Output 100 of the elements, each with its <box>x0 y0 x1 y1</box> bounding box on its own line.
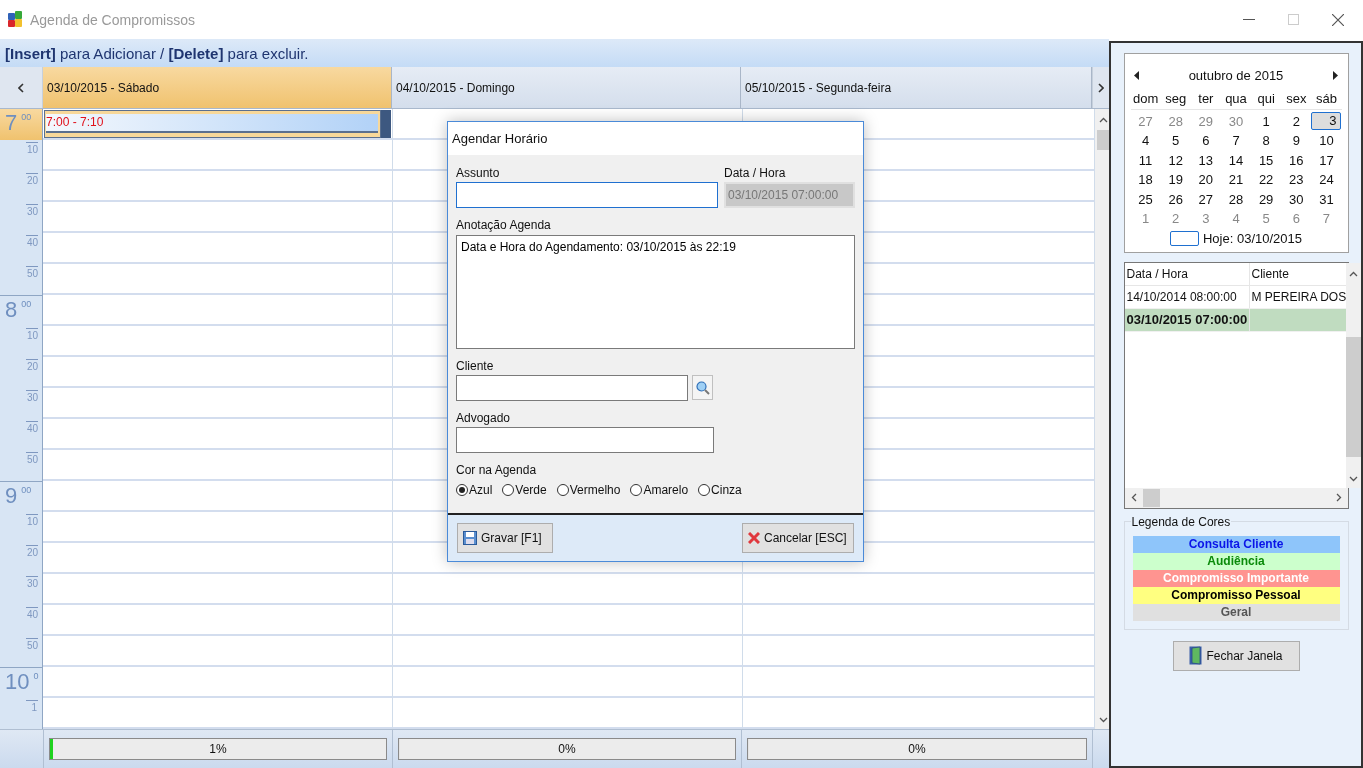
day-header[interactable]: 03/10/2015 - Sábado <box>43 67 392 108</box>
day-header[interactable]: 04/10/2015 - Domingo <box>392 67 741 108</box>
color-radio[interactable]: Vermelho <box>556 483 621 497</box>
calendar-day[interactable]: 25 <box>1130 189 1161 209</box>
close-window-button[interactable]: Fechar Janela <box>1172 640 1300 671</box>
color-radio[interactable]: Cinza <box>698 483 742 497</box>
list-vertical-scrollbar[interactable] <box>1346 262 1362 488</box>
calendar-day[interactable]: 7 <box>1220 131 1252 151</box>
column-header[interactable]: Cliente <box>1249 262 1347 285</box>
calendar-day[interactable]: 13 <box>1190 150 1221 170</box>
color-radio[interactable]: Verde <box>502 483 547 497</box>
calendar-day[interactable]: 5 <box>1160 131 1191 151</box>
calendar-day[interactable]: 29 <box>1251 189 1282 209</box>
scroll-thumb[interactable] <box>1096 130 1109 150</box>
hour-label: 8 <box>5 296 18 324</box>
weekday-label: dom <box>1131 90 1160 108</box>
calendar-day[interactable]: 9 <box>1281 131 1312 151</box>
calendar-day[interactable]: 23 <box>1281 170 1312 190</box>
minute-label: 50 <box>26 638 38 651</box>
calendar-day[interactable]: 14 <box>1220 150 1252 170</box>
scroll-thumb[interactable] <box>1142 488 1160 507</box>
calendar-day[interactable]: 16 <box>1281 150 1312 170</box>
calendar-day[interactable]: 19 <box>1160 170 1191 190</box>
calendar-day[interactable]: 27 <box>1190 189 1221 209</box>
scroll-thumb[interactable] <box>1346 336 1362 457</box>
scroll-up-icon[interactable] <box>1349 270 1359 277</box>
cancel-button[interactable]: Cancelar [ESC] <box>742 523 854 553</box>
weekday-label: sex <box>1285 90 1308 108</box>
weekday-label: seg <box>1164 90 1188 108</box>
calendar-day[interactable]: 26 <box>1160 189 1191 209</box>
minute-label: 40 <box>26 607 38 620</box>
search-icon <box>695 380 710 395</box>
appointment-row[interactable]: 14/10/2014 08:00:00 M PEREIRA DOS <box>1124 285 1347 309</box>
client-input[interactable] <box>456 375 688 401</box>
calendar-day[interactable]: 12 <box>1160 150 1191 170</box>
appointment-row[interactable]: 03/10/2015 07:00:00 <box>1124 308 1347 332</box>
hour-label: 10 <box>5 668 30 696</box>
calendar-day[interactable]: 10 <box>1311 131 1342 151</box>
calendar-day[interactable]: 3 <box>1311 111 1342 130</box>
today-link[interactable]: Hoje: 03/10/2015 <box>1203 230 1302 246</box>
today-marker <box>1170 230 1199 246</box>
calendar-day[interactable]: 4 <box>1220 209 1252 229</box>
calendar-day[interactable]: 1 <box>1251 111 1282 131</box>
subject-input[interactable] <box>456 182 718 208</box>
color-radio[interactable]: Azul <box>456 483 493 497</box>
close-icon[interactable] <box>1332 13 1344 26</box>
dialog-title: Agendar Horário <box>452 131 548 146</box>
calendar-day[interactable]: 1 <box>1130 209 1161 229</box>
door-icon <box>1189 646 1203 665</box>
calendar-day[interactable]: 20 <box>1190 170 1221 190</box>
lawyer-input[interactable] <box>456 427 714 453</box>
calendar-day[interactable]: 2 <box>1160 209 1191 229</box>
scroll-up-icon[interactable] <box>1098 117 1108 123</box>
calendar-day[interactable]: 6 <box>1281 209 1312 229</box>
minimize-icon[interactable] <box>1243 18 1255 21</box>
calendar-day[interactable]: 30 <box>1220 111 1252 131</box>
minute-label: 20 <box>26 545 38 558</box>
color-radio[interactable]: Amarelo <box>630 483 689 497</box>
field-label: Anotação Agenda <box>456 217 551 233</box>
minute-label: 10 <box>26 328 38 341</box>
minute-label: 40 <box>26 421 38 434</box>
next-button[interactable] <box>1092 67 1109 108</box>
calendar-day[interactable]: 17 <box>1311 150 1342 170</box>
calendar-day[interactable]: 30 <box>1281 189 1312 209</box>
notes-textarea[interactable]: Data e Hora do Agendamento: 03/10/2015 às 22:19 <box>456 235 855 349</box>
field-label: Data / Hora <box>724 165 787 181</box>
progress-reading: 0% <box>558 742 576 756</box>
calendar-day[interactable]: 21 <box>1220 170 1252 190</box>
calendar-day[interactable]: 18 <box>1130 170 1161 190</box>
scroll-down-icon[interactable] <box>1098 717 1108 723</box>
search-button[interactable] <box>692 375 713 400</box>
calendar-day[interactable]: 5 <box>1251 209 1282 229</box>
calendar-day[interactable]: 11 <box>1130 150 1161 170</box>
previous-month-icon[interactable] <box>1133 71 1139 80</box>
calendar-day[interactable]: 29 <box>1190 111 1221 131</box>
calendar-day[interactable]: 15 <box>1251 150 1282 170</box>
calendar-day[interactable]: 28 <box>1160 111 1191 131</box>
calendar-day[interactable]: 4 <box>1130 131 1161 151</box>
calendar-day[interactable]: 7 <box>1311 209 1342 229</box>
calendar-day[interactable]: 27 <box>1130 111 1161 131</box>
calendar-day[interactable]: 8 <box>1251 131 1282 151</box>
minute-label: 1 <box>26 700 38 713</box>
calendar-day[interactable]: 31 <box>1311 189 1342 209</box>
legend-item: Consulta Cliente <box>1132 535 1340 553</box>
scroll-right-icon[interactable] <box>1335 493 1342 502</box>
day-header[interactable]: 05/10/2015 - Segunda-feira <box>741 67 1092 108</box>
calendar-day[interactable]: 28 <box>1220 189 1252 209</box>
save-button[interactable]: Gravar [F1] <box>457 523 553 553</box>
hour-minutes-label: 00 <box>21 485 32 495</box>
scroll-down-icon[interactable] <box>1349 475 1359 482</box>
column-header[interactable]: Data / Hora <box>1124 262 1250 285</box>
calendar-day[interactable]: 22 <box>1251 170 1282 190</box>
calendar-day[interactable]: 24 <box>1311 170 1342 190</box>
scroll-left-icon[interactable] <box>1130 493 1137 502</box>
calendar-day[interactable]: 3 <box>1190 209 1221 229</box>
calendar-day[interactable]: 6 <box>1190 131 1221 151</box>
vertical-scrollbar[interactable] <box>1095 109 1109 729</box>
calendar-day[interactable]: 2 <box>1281 111 1312 131</box>
day-column[interactable]: 7:00 - 7:10 <box>43 109 393 729</box>
next-month-icon[interactable] <box>1333 71 1339 80</box>
